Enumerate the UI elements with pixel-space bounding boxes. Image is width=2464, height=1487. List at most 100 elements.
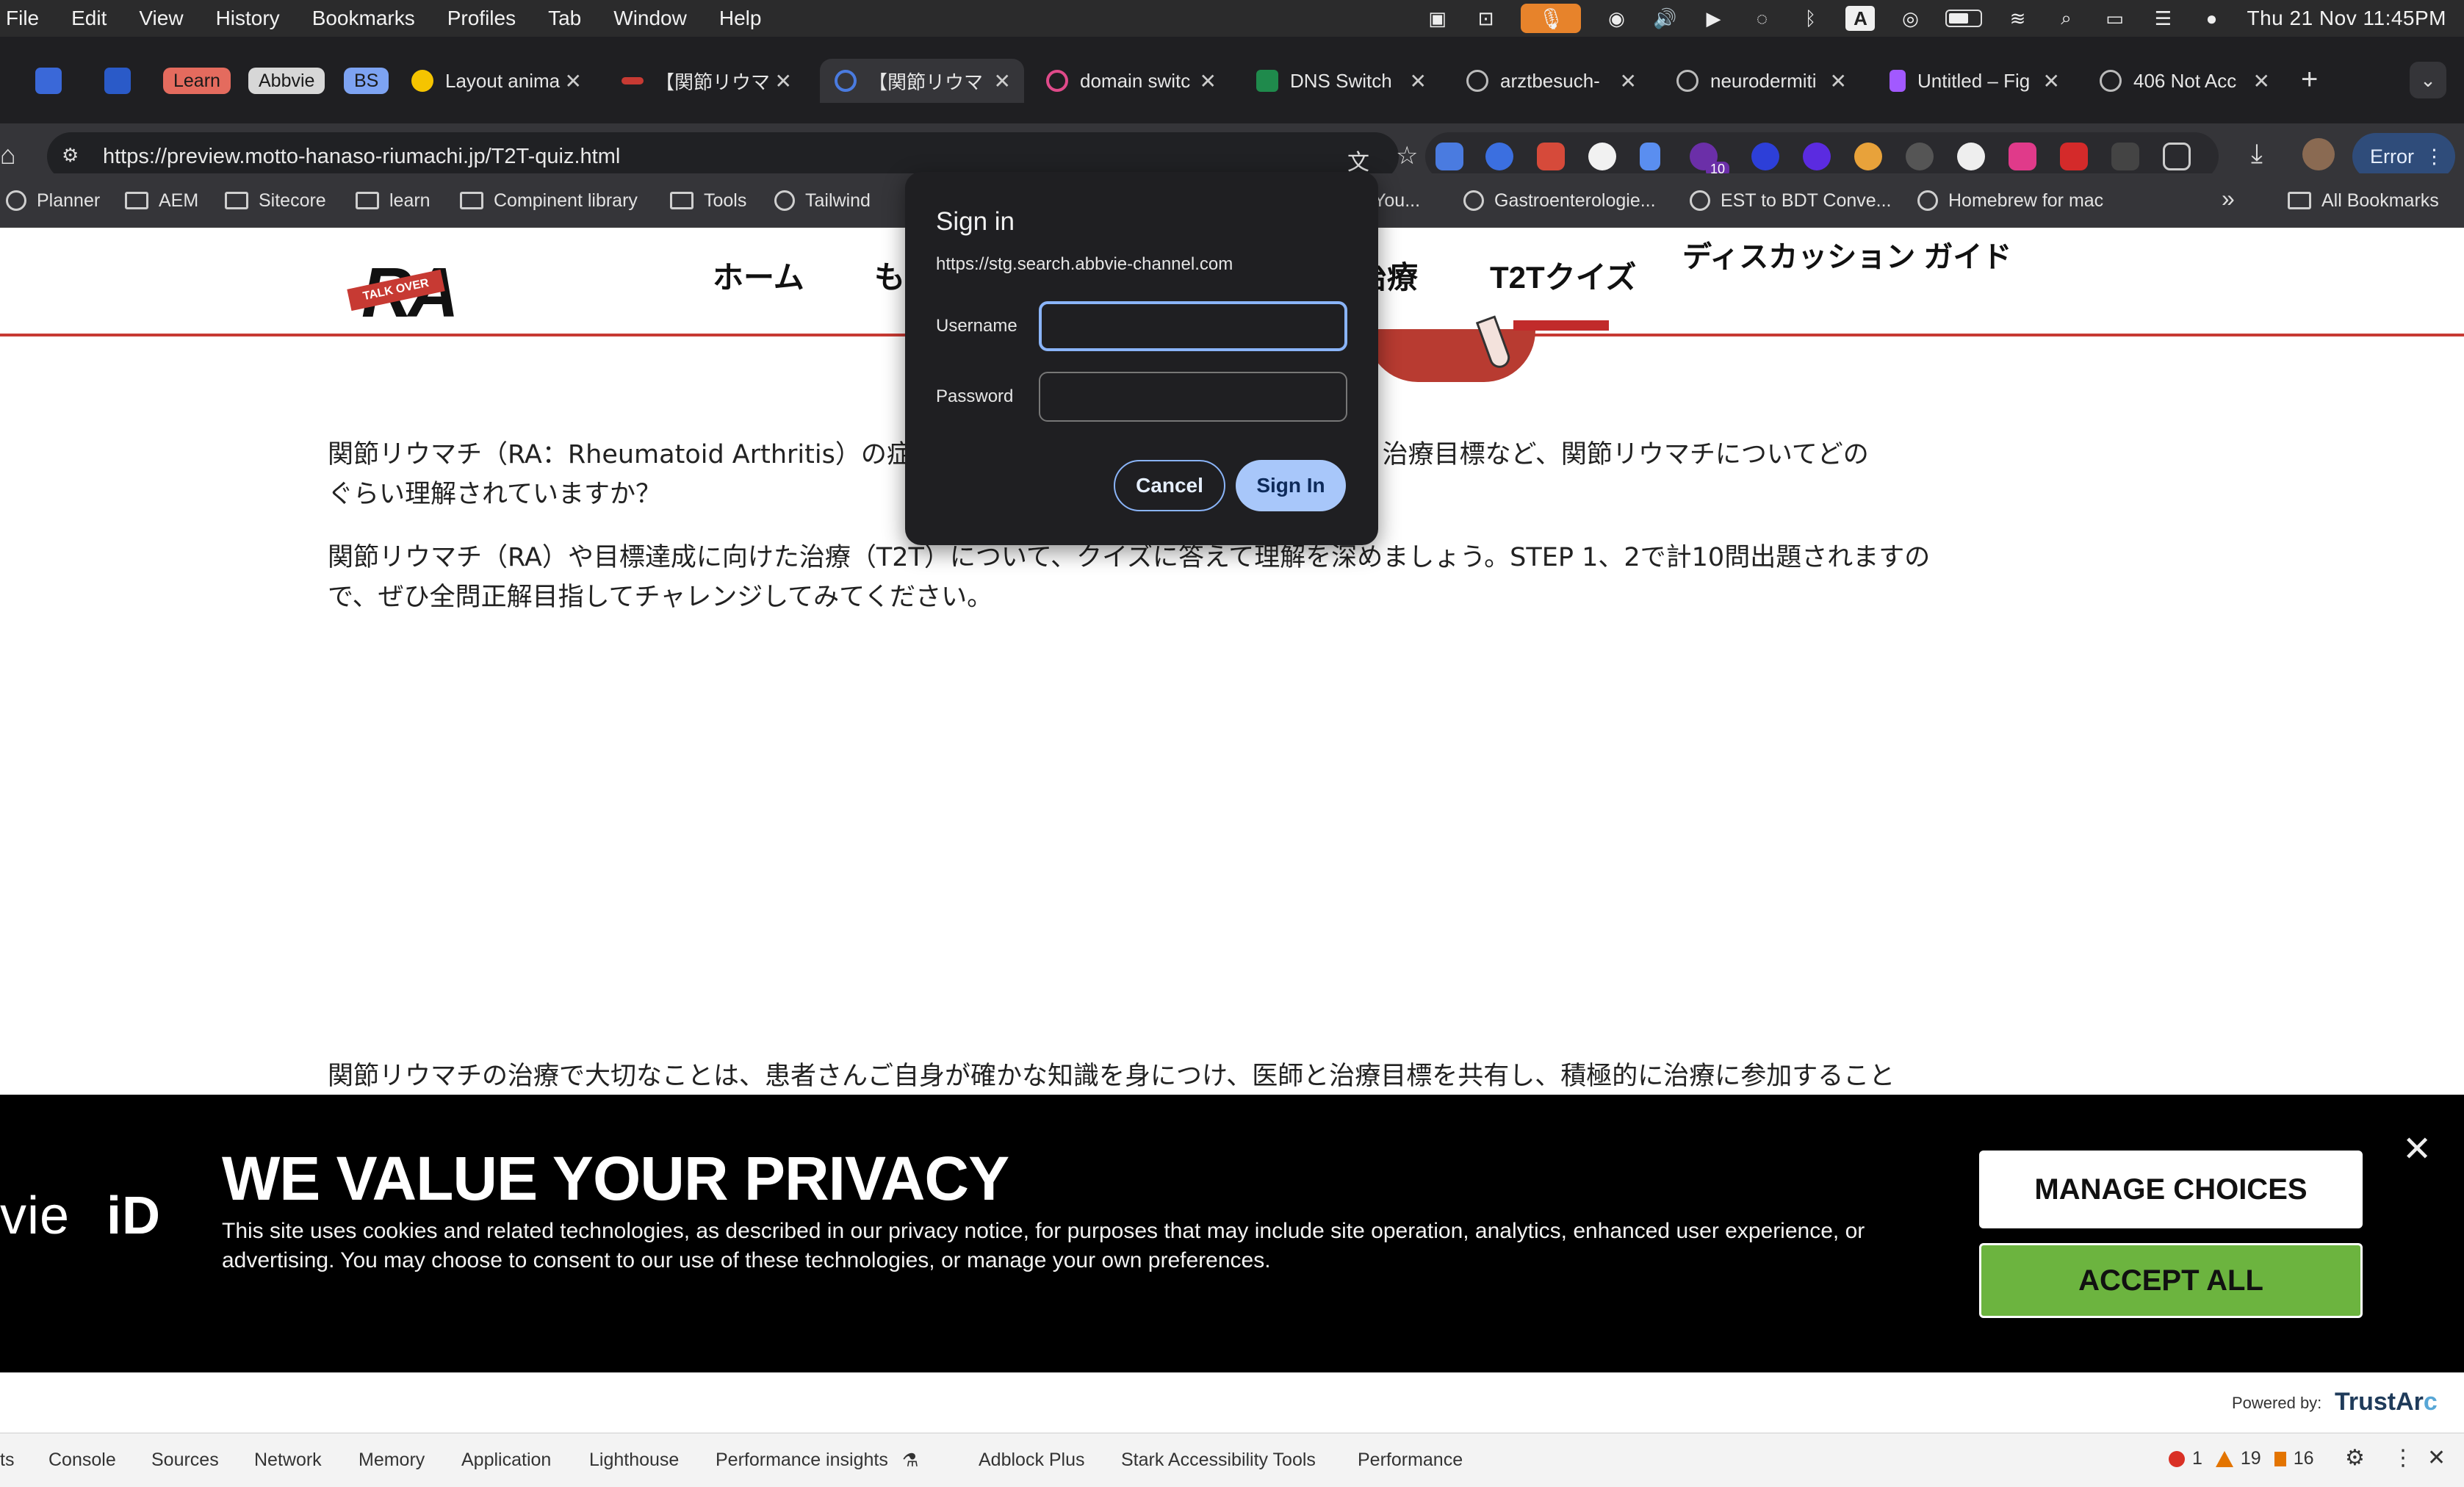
play-icon[interactable]: ▶ bbox=[1700, 7, 1726, 29]
cancel-button[interactable]: Cancel bbox=[1114, 460, 1225, 511]
bookmark-star-icon[interactable]: ☆ bbox=[1396, 141, 1418, 170]
menu-window[interactable]: Window bbox=[597, 0, 703, 37]
bookmark-est-to-bdt[interactable]: EST to BDT Conve... bbox=[1690, 187, 1892, 215]
sign-in-button[interactable]: Sign In bbox=[1236, 460, 1346, 511]
username-input[interactable] bbox=[1039, 301, 1347, 351]
close-tab-icon[interactable]: ✕ bbox=[1830, 69, 1847, 93]
tab-dns-switch[interactable]: DNS Switch ✕ bbox=[1242, 62, 1440, 100]
tab-406-not-acceptable[interactable]: 406 Not Acc ✕ bbox=[2085, 62, 2283, 100]
devtools-counters[interactable]: 1 19 16 bbox=[2169, 1448, 2314, 1469]
close-devtools-icon[interactable]: ✕ bbox=[2427, 1445, 2446, 1471]
extension-s-icon[interactable] bbox=[1751, 143, 1779, 170]
devtools-tab-performance[interactable]: Performance bbox=[1358, 1450, 1463, 1471]
manage-choices-button[interactable]: MANAGE CHOICES bbox=[1979, 1151, 2363, 1228]
tab-group-bs[interactable]: BS bbox=[344, 68, 389, 94]
devtools-tab-memory[interactable]: Memory bbox=[359, 1450, 425, 1471]
bookmark-folder-aem[interactable]: AEM bbox=[125, 187, 198, 215]
extension-doc-icon[interactable] bbox=[1640, 143, 1660, 170]
tab-ra-site-1[interactable]: 【関節リウマ ✕ bbox=[607, 62, 805, 100]
password-input[interactable] bbox=[1039, 372, 1347, 422]
extension-refresh-icon[interactable] bbox=[1537, 143, 1565, 170]
devtools-more-icon[interactable]: ⋮ bbox=[2392, 1445, 2414, 1471]
devtools-tab-adblock-plus[interactable]: Adblock Plus bbox=[979, 1450, 1085, 1471]
menu-file[interactable]: File bbox=[0, 0, 55, 37]
nav-mo[interactable]: も bbox=[874, 253, 905, 298]
bookmark-gastroenterologie[interactable]: Gastroenterologie... bbox=[1463, 187, 1656, 215]
close-tab-icon[interactable]: ✕ bbox=[994, 69, 1011, 93]
profile-avatar[interactable] bbox=[2302, 138, 2335, 170]
pasteboard-icon[interactable]: ⊡ bbox=[1472, 7, 1499, 29]
pinned-tab-icon[interactable] bbox=[104, 68, 131, 94]
tab-group-abbvie[interactable]: Abbvie bbox=[248, 68, 325, 94]
devtools-tab-application[interactable]: Application bbox=[461, 1450, 551, 1471]
close-tab-icon[interactable]: ✕ bbox=[775, 69, 792, 93]
microphone-icon[interactable]: 🎙 bbox=[1521, 4, 1582, 33]
nav-home[interactable]: ホーム bbox=[713, 253, 804, 298]
menu-profiles[interactable]: Profiles bbox=[431, 0, 532, 37]
address-url[interactable]: https://preview.motto-hanaso-riumachi.jp… bbox=[103, 145, 620, 169]
menu-bookmarks[interactable]: Bookmarks bbox=[296, 0, 431, 37]
extension-video-icon[interactable] bbox=[2009, 143, 2036, 170]
bookmark-you[interactable]: You... bbox=[1374, 187, 1420, 215]
trustarc-logo[interactable]: TrustArc bbox=[2335, 1388, 2438, 1416]
tab-group-learn[interactable]: Learn bbox=[163, 68, 231, 94]
extension-translate-icon[interactable] bbox=[1435, 143, 1463, 170]
siri-icon[interactable]: ● bbox=[2198, 7, 2225, 29]
control-center-icon[interactable]: ☰ bbox=[2150, 7, 2176, 29]
close-tab-icon[interactable]: ✕ bbox=[1410, 69, 1427, 93]
tab-layout-animation[interactable]: Layout anima ✕ bbox=[397, 62, 595, 100]
tab-search-chevron-icon[interactable]: ⌄ bbox=[2410, 62, 2446, 98]
home-icon[interactable]: ⌂ bbox=[0, 140, 16, 170]
wifi-icon[interactable]: ≋ bbox=[2004, 7, 2031, 29]
menu-history[interactable]: History bbox=[200, 0, 296, 37]
pinned-tab-icon[interactable] bbox=[35, 68, 62, 94]
settings-gear-icon[interactable]: ⚙ bbox=[2345, 1445, 2365, 1471]
input-source-icon[interactable]: A bbox=[1845, 6, 1876, 31]
extension-grid-icon[interactable] bbox=[2111, 143, 2139, 170]
devtools-tab-lighthouse[interactable]: Lighthouse bbox=[589, 1450, 679, 1471]
screen-record-icon[interactable]: ◉ bbox=[1603, 7, 1629, 29]
extension-slash-icon[interactable] bbox=[1957, 143, 1985, 170]
bookmark-folder-sitecore[interactable]: Sitecore bbox=[225, 187, 326, 215]
bookmark-tailwind[interactable]: Tailwind bbox=[774, 187, 871, 215]
bookmark-folder-learn[interactable]: learn bbox=[356, 187, 431, 215]
tab-ra-site-active[interactable]: 【関節リウマ ✕ bbox=[820, 59, 1024, 103]
extension-drop-icon[interactable] bbox=[1588, 143, 1616, 170]
tab-domain-switch[interactable]: domain switc ✕ bbox=[1031, 62, 1230, 100]
devtools-tab-network[interactable]: Network bbox=[254, 1450, 322, 1471]
battery-icon[interactable] bbox=[1945, 10, 1983, 27]
volume-icon[interactable]: 🔊 bbox=[1651, 7, 1678, 29]
stage-manager-icon[interactable]: ▭ bbox=[2101, 7, 2128, 29]
extension-color-icon[interactable] bbox=[1854, 143, 1882, 170]
bookmark-folder-tools[interactable]: Tools bbox=[670, 187, 746, 215]
devtools-tab-performance-insights[interactable]: Performance insights bbox=[716, 1450, 888, 1471]
extension-block-icon[interactable] bbox=[1803, 143, 1831, 170]
bookmark-all-bookmarks[interactable]: All Bookmarks bbox=[2288, 187, 2439, 215]
nav-discussion-guide[interactable]: ディスカッション ガイド bbox=[1682, 242, 2011, 272]
tab-arztbesuch[interactable]: arztbesuch- ✕ bbox=[1452, 62, 1650, 100]
devtools-tab-sources[interactable]: Sources bbox=[151, 1450, 219, 1471]
close-tab-icon[interactable]: ✕ bbox=[565, 69, 582, 93]
tab-figma-untitled[interactable]: Untitled – Fig ✕ bbox=[1875, 62, 2073, 100]
extension-w-icon[interactable] bbox=[1906, 143, 1934, 170]
more-bookmarks-icon[interactable]: » bbox=[2222, 185, 2235, 212]
devtools-tab-console[interactable]: Console bbox=[48, 1450, 116, 1471]
bookmark-folder-compinent-library[interactable]: Compinent library bbox=[460, 187, 638, 215]
tab-neurodermitis[interactable]: neurodermiti ✕ bbox=[1662, 62, 1860, 100]
devtools-tab-elements[interactable]: ts bbox=[0, 1450, 14, 1471]
extension-a-icon[interactable] bbox=[1485, 143, 1513, 170]
close-banner-icon[interactable]: ✕ bbox=[2402, 1128, 2432, 1170]
bookmark-planner[interactable]: Planner bbox=[6, 187, 100, 215]
user-icon[interactable]: ◎ bbox=[1897, 7, 1923, 29]
download-icon[interactable]: ⤓ bbox=[2251, 138, 2263, 170]
spotlight-search-icon[interactable]: ⌕ bbox=[2053, 7, 2079, 29]
nav-t2t-quiz[interactable]: T2Tクイズ bbox=[1490, 253, 1636, 298]
site-logo[interactable]: RA TALK OVER bbox=[347, 250, 459, 332]
extension-forward-icon[interactable] bbox=[2060, 143, 2088, 170]
menubar-clock[interactable]: Thu 21 Nov 11:45PM bbox=[2247, 7, 2446, 30]
new-tab-icon[interactable]: + bbox=[2301, 63, 2318, 96]
close-tab-icon[interactable]: ✕ bbox=[1620, 69, 1637, 93]
close-tab-icon[interactable]: ✕ bbox=[2043, 69, 2060, 93]
bookmark-homebrew[interactable]: Homebrew for mac bbox=[1917, 187, 2103, 215]
focus-icon[interactable]: ◌ bbox=[1748, 7, 1775, 29]
